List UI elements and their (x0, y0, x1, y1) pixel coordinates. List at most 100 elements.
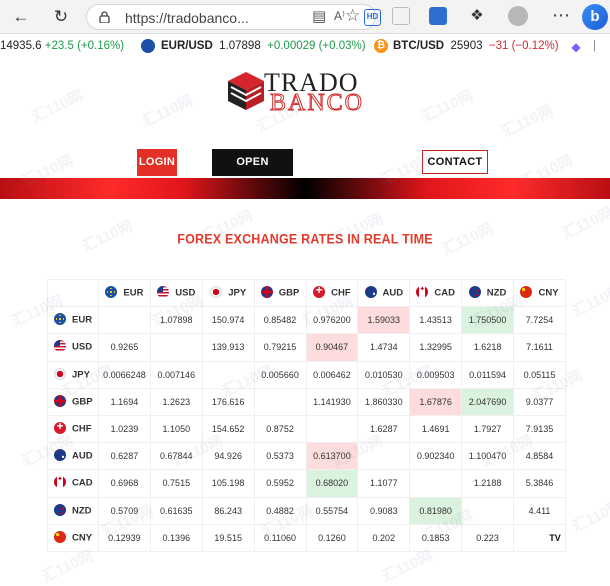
rate-cell[interactable]: 0.007146 (149, 360, 203, 389)
rate-cell[interactable]: 1.1694 (98, 387, 151, 416)
rate-cell[interactable]: 86.243 (201, 496, 255, 525)
rate-cell[interactable]: 0.202 (357, 523, 411, 552)
s-extension-icon[interactable] (429, 7, 447, 25)
rate-cell[interactable]: 0.010530 (357, 360, 411, 389)
rate-cell[interactable]: 0.90467 (305, 333, 359, 362)
rate-cell[interactable]: 5.3846 (513, 469, 566, 498)
rate-cell[interactable]: 176.616 (201, 387, 255, 416)
hd-icon[interactable]: HD (364, 9, 381, 26)
rate-cell[interactable]: 1.59033 (357, 306, 411, 335)
rate-cell[interactable]: 0.223 (461, 523, 514, 552)
rate-cell[interactable]: 0.85482 (253, 306, 307, 335)
rate-cell[interactable]: 0.79215 (253, 333, 307, 362)
rate-cell[interactable]: 1.7927 (461, 414, 514, 444)
rate-cell[interactable]: 2.047690 (461, 387, 514, 416)
rate-cell[interactable] (98, 306, 151, 335)
rate-cell[interactable]: 0.005660 (253, 360, 307, 389)
rate-cell[interactable] (357, 442, 411, 471)
rate-cell[interactable]: 1.07898 (149, 306, 203, 335)
rate-cell[interactable]: 1.67876 (409, 387, 463, 416)
rate-cell[interactable]: 1.43513 (409, 306, 463, 335)
rate-cell[interactable]: 4.411 (513, 496, 566, 525)
rate-cell[interactable]: 7.9135 (513, 414, 566, 444)
rate-cell[interactable] (305, 414, 359, 444)
rate-cell[interactable]: 1.4691 (409, 414, 463, 444)
rate-cell[interactable]: 0.8752 (253, 414, 307, 444)
rate-cell[interactable]: 1.6287 (357, 414, 411, 444)
rate-cell[interactable]: 0.006462 (305, 360, 359, 389)
rate-cell[interactable]: 0.1853 (409, 523, 463, 552)
rate-cell[interactable]: 1.0239 (98, 414, 151, 444)
bing-icon[interactable]: b (582, 4, 608, 30)
rate-cell[interactable]: 9.0377 (513, 387, 566, 416)
rate-cell[interactable] (149, 333, 203, 362)
puzzle-icon[interactable]: ❖ (468, 7, 486, 25)
rate-cell[interactable]: 0.11060 (253, 523, 307, 552)
rate-cell[interactable]: 0.5373 (253, 442, 307, 471)
rate-cell[interactable]: 0.05115 (513, 360, 566, 389)
tradobanco-logo[interactable]: TRADO BANCO (226, 68, 386, 117)
more-menu-icon[interactable]: ⋯ (552, 5, 571, 26)
rate-cell[interactable]: 1.100470 (461, 442, 514, 471)
rate-cell[interactable]: 0.613700 (305, 442, 359, 471)
rate-cell[interactable]: 7.7254 (513, 306, 566, 335)
rate-cell[interactable]: 154.652 (201, 414, 255, 444)
rate-cell[interactable]: 0.976200 (305, 306, 359, 335)
ticker-item[interactable]: BTC/USD 25903 −31 (−0.12%) (393, 40, 559, 52)
rate-cell[interactable] (461, 496, 514, 525)
rate-cell[interactable]: 0.1260 (305, 523, 359, 552)
rate-cell[interactable]: 0.5952 (253, 469, 307, 498)
rate-cell[interactable]: 1.860330 (357, 387, 411, 416)
rate-cell[interactable]: 1.1077 (357, 469, 411, 498)
rate-cell[interactable]: 1.750500 (461, 306, 514, 335)
rate-cell[interactable]: 0.68020 (305, 469, 359, 498)
address-bar[interactable]: https://tradobanco... A⁾ HD (86, 4, 381, 30)
rate-cell[interactable]: 0.9265 (98, 333, 151, 362)
rate-cell[interactable]: 0.011594 (461, 360, 514, 389)
rate-cell[interactable]: 1.4734 (357, 333, 411, 362)
extension-icon[interactable] (392, 7, 410, 25)
rate-cell[interactable]: 105.198 (201, 469, 255, 498)
rate-cell[interactable]: 1.6218 (461, 333, 514, 362)
rate-cell[interactable]: 0.4882 (253, 496, 307, 525)
rate-cell[interactable] (201, 360, 255, 389)
rate-cell[interactable]: 1.1050 (149, 414, 203, 444)
rate-cell[interactable] (253, 387, 307, 416)
back-arrow-icon[interactable]: ← (10, 6, 32, 28)
rate-cell[interactable]: 150.974 (201, 306, 255, 335)
rate-cell[interactable]: 0.1396 (149, 523, 203, 552)
rate-cell[interactable]: 1.2623 (149, 387, 203, 416)
rate-cell[interactable]: 0.5709 (98, 496, 151, 525)
read-aloud-icon[interactable]: A⁾ (334, 9, 345, 23)
rate-cell[interactable]: 1.32995 (409, 333, 463, 362)
rate-cell[interactable]: 0.6968 (98, 469, 151, 498)
profile-avatar[interactable] (508, 6, 528, 26)
rate-cell[interactable]: 0.6287 (98, 442, 151, 471)
rate-cell[interactable]: 139.913 (201, 333, 255, 362)
rate-cell[interactable]: 0.009503 (409, 360, 463, 389)
rate-cell[interactable]: 1.2188 (461, 469, 514, 498)
refresh-icon[interactable]: ↻ (50, 6, 72, 28)
tradingview-badge[interactable]: TV (545, 531, 565, 545)
ticker-item[interactable]: EUR/USD 1.07898 +0.00029 (+0.03%) (161, 40, 366, 52)
rate-cell[interactable]: 0.55754 (305, 496, 359, 525)
rate-cell[interactable]: 0.0066248 (98, 360, 151, 389)
rate-cell[interactable]: 19.515 (201, 523, 255, 552)
rate-cell[interactable]: 7.1611 (513, 333, 566, 362)
open-account-button[interactable]: OPEN ACCOUNT (212, 149, 293, 195)
rate-cell[interactable]: 0.9083 (357, 496, 411, 525)
rate-cell[interactable]: 1.141930 (305, 387, 359, 416)
ticker-item[interactable]: 14935.6 +23.5 (+0.16%) (0, 40, 124, 52)
login-button[interactable]: LOGIN (137, 149, 177, 176)
rate-cell[interactable]: 0.12939 (98, 523, 151, 552)
rate-cell[interactable]: 4.8584 (513, 442, 566, 471)
rate-cell[interactable]: 0.61635 (149, 496, 203, 525)
rate-cell[interactable]: 0.67844 (149, 442, 203, 471)
rate-cell[interactable]: 0.902340 (409, 442, 463, 471)
rate-cell[interactable]: 94.926 (201, 442, 255, 471)
reader-view-icon[interactable]: ▤ (312, 7, 326, 25)
favorite-star-icon[interactable]: ☆ (345, 6, 360, 26)
rate-cell[interactable]: 0.81980 (409, 496, 463, 525)
rate-cell[interactable]: 0.7515 (149, 469, 203, 498)
rate-cell[interactable] (409, 469, 463, 498)
